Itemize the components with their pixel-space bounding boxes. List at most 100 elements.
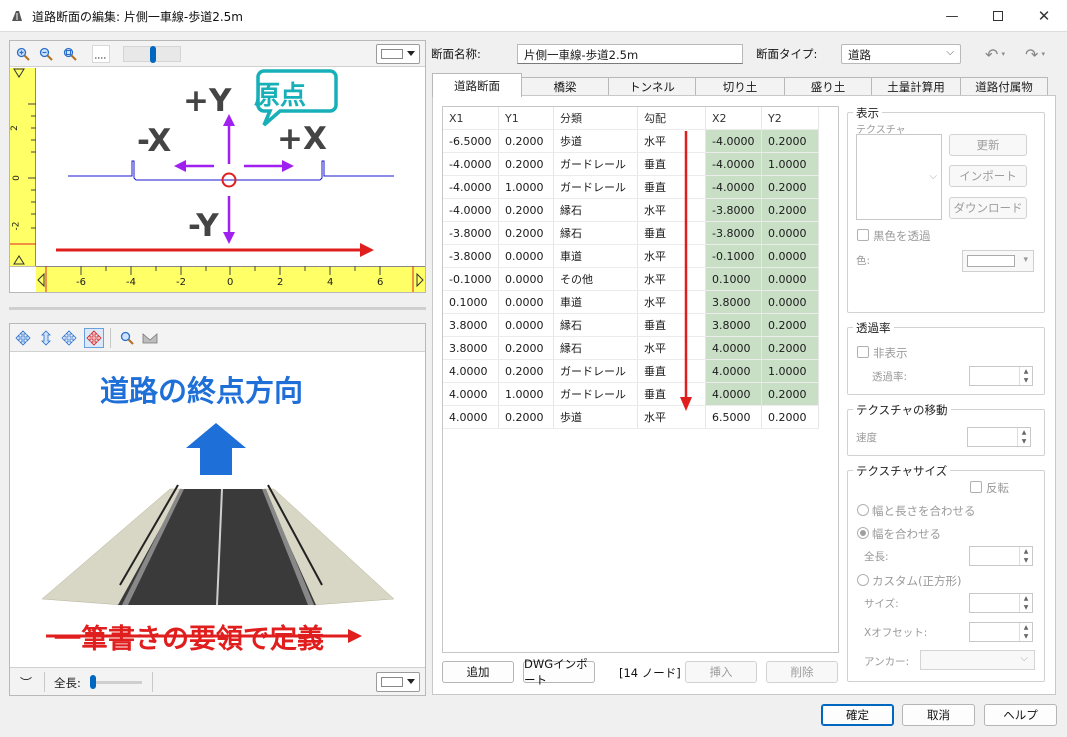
table-row[interactable]: 3.8000 0.2000 縁石 水平 4.0000 0.2000 <box>443 337 819 360</box>
spin-up-icon[interactable]: ▲ <box>1019 594 1032 603</box>
column-header[interactable]: X2 <box>706 107 762 130</box>
table-row[interactable]: -6.5000 0.2000 歩道 水平 -4.0000 0.2000 <box>443 130 819 153</box>
column-header[interactable]: X1 <box>443 107 499 130</box>
zoom-fit-button[interactable] <box>61 45 79 63</box>
table-cell[interactable]: 0.0000 <box>762 291 819 314</box>
table-cell[interactable]: 4.0000 <box>443 360 499 383</box>
speed-spinner[interactable]: ▲ ▼ <box>967 427 1031 447</box>
table-row[interactable]: -4.0000 1.0000 ガードレール 垂直 -4.0000 0.2000 <box>443 176 819 199</box>
table-cell[interactable]: 0.2000 <box>499 222 554 245</box>
table-cell[interactable]: 縁石 <box>554 337 638 360</box>
table-cell[interactable]: 水平 <box>638 291 706 314</box>
table-cell[interactable]: -0.1000 <box>706 245 762 268</box>
custom-square-radio[interactable] <box>857 574 869 586</box>
line-style-button[interactable] <box>92 45 110 63</box>
anchor-select[interactable]: ⌵ <box>920 650 1035 670</box>
table-cell[interactable]: 1.0000 <box>499 176 554 199</box>
tab-fill[interactable]: 盛り土 <box>784 77 872 96</box>
table-cell[interactable]: 3.8000 <box>706 291 762 314</box>
panel-splitter[interactable] <box>9 307 426 310</box>
table-cell[interactable]: 0.2000 <box>762 130 819 153</box>
walk-mode-button[interactable] <box>84 328 104 348</box>
rotate-button[interactable] <box>60 329 78 347</box>
tab-road-accessories[interactable]: 道路付属物 <box>960 77 1048 96</box>
tab-bridge[interactable]: 橋梁 <box>521 77 609 96</box>
help-button[interactable]: ヘルプ <box>984 704 1057 726</box>
table-cell[interactable]: 3.8000 <box>443 314 499 337</box>
ok-button[interactable]: 確定 <box>821 704 894 726</box>
table-cell[interactable]: 垂直 <box>638 314 706 337</box>
table-cell[interactable]: 歩道 <box>554 406 638 429</box>
table-row[interactable]: -4.0000 0.2000 縁石 水平 -3.8000 0.2000 <box>443 199 819 222</box>
texture-download-button[interactable]: ダウンロード <box>949 197 1027 219</box>
dwg-import-button[interactable]: DWGインポート <box>523 657 595 687</box>
table-cell[interactable]: -3.8000 <box>443 222 499 245</box>
spin-down-icon[interactable]: ▼ <box>1019 376 1032 385</box>
table-cell[interactable]: 0.2000 <box>499 199 554 222</box>
table-row[interactable]: 4.0000 1.0000 ガードレール 垂直 4.0000 0.2000 <box>443 383 819 406</box>
table-cell[interactable]: 0.0000 <box>499 314 554 337</box>
column-header[interactable]: 分類 <box>554 107 638 130</box>
table-cell[interactable]: -4.0000 <box>706 176 762 199</box>
redo-button[interactable]: ↷ ▾ <box>1018 44 1052 64</box>
column-header[interactable]: 勾配 <box>638 107 706 130</box>
tab-cut[interactable]: 切り土 <box>695 77 785 96</box>
table-cell[interactable]: 0.1000 <box>706 268 762 291</box>
table-cell[interactable]: 0.0000 <box>762 222 819 245</box>
zoom-slider-thumb[interactable] <box>150 46 156 63</box>
table-cell[interactable]: 車道 <box>554 291 638 314</box>
column-header[interactable]: Y1 <box>499 107 554 130</box>
flip-checkbox[interactable] <box>970 481 982 493</box>
x-offset-spinner[interactable]: ▲ ▼ <box>969 622 1033 642</box>
table-cell[interactable]: 6.5000 <box>706 406 762 429</box>
table-row[interactable]: 4.0000 0.2000 歩道 水平 6.5000 0.2000 <box>443 406 819 429</box>
preview-zoom-button[interactable] <box>118 329 136 347</box>
table-cell[interactable]: 0.1000 <box>443 291 499 314</box>
table-row[interactable]: -4.0000 0.2000 ガードレール 垂直 -4.0000 1.0000 <box>443 153 819 176</box>
spin-up-icon[interactable]: ▲ <box>1019 547 1032 556</box>
hide-checkbox[interactable] <box>857 346 869 358</box>
tab-earthwork[interactable]: 土量計算用 <box>871 77 961 96</box>
spin-up-icon[interactable]: ▲ <box>1017 428 1030 437</box>
table-cell[interactable]: 車道 <box>554 245 638 268</box>
table-row[interactable]: -3.8000 0.2000 縁石 垂直 -3.8000 0.0000 <box>443 222 819 245</box>
spin-down-icon[interactable]: ▼ <box>1019 632 1032 641</box>
table-cell[interactable]: ガードレール <box>554 176 638 199</box>
table-cell[interactable]: 縁石 <box>554 199 638 222</box>
spin-up-icon[interactable]: ▲ <box>1019 623 1032 632</box>
table-cell[interactable]: 歩道 <box>554 130 638 153</box>
spin-down-icon[interactable]: ▼ <box>1019 603 1032 612</box>
table-cell[interactable]: 4.0000 <box>443 406 499 429</box>
table-cell[interactable]: 3.8000 <box>443 337 499 360</box>
table-cell[interactable]: ガードレール <box>554 360 638 383</box>
table-cell[interactable]: 垂直 <box>638 383 706 406</box>
texture-preview[interactable]: ⌵ <box>856 134 942 220</box>
table-row[interactable]: 3.8000 0.0000 縁石 垂直 3.8000 0.2000 <box>443 314 819 337</box>
table-cell[interactable]: ガードレール <box>554 383 638 406</box>
path-mode-button[interactable]: ︶ <box>17 673 35 691</box>
table-cell[interactable]: 縁石 <box>554 222 638 245</box>
table-cell[interactable]: 0.2000 <box>499 360 554 383</box>
texture-import-button[interactable]: インポート <box>949 165 1027 187</box>
section-name-input[interactable]: 片側一車線-歩道2.5m <box>517 44 743 64</box>
table-cell[interactable]: -3.8000 <box>443 245 499 268</box>
table-cell[interactable]: 0.2000 <box>762 176 819 199</box>
spin-down-icon[interactable]: ▼ <box>1019 556 1032 565</box>
table-cell[interactable]: -4.0000 <box>706 153 762 176</box>
undo-button[interactable]: ↶ ▾ <box>978 44 1012 64</box>
length-slider-thumb[interactable] <box>90 675 96 689</box>
table-cell[interactable]: 水平 <box>638 245 706 268</box>
table-cell[interactable]: 水平 <box>638 406 706 429</box>
table-cell[interactable]: 0.2000 <box>762 383 819 406</box>
table-cell[interactable]: 垂直 <box>638 176 706 199</box>
table-cell[interactable]: -3.8000 <box>706 199 762 222</box>
table-cell[interactable]: 0.2000 <box>499 130 554 153</box>
table-cell[interactable]: 0.2000 <box>762 199 819 222</box>
table-cell[interactable]: 垂直 <box>638 222 706 245</box>
table-cell[interactable]: 0.0000 <box>499 245 554 268</box>
tab-road-section[interactable]: 道路断面 <box>432 73 522 97</box>
table-cell[interactable]: 4.0000 <box>706 337 762 360</box>
table-cell[interactable]: -6.5000 <box>443 130 499 153</box>
minimize-button[interactable]: — <box>929 0 975 32</box>
section-color-combo[interactable] <box>376 44 420 64</box>
